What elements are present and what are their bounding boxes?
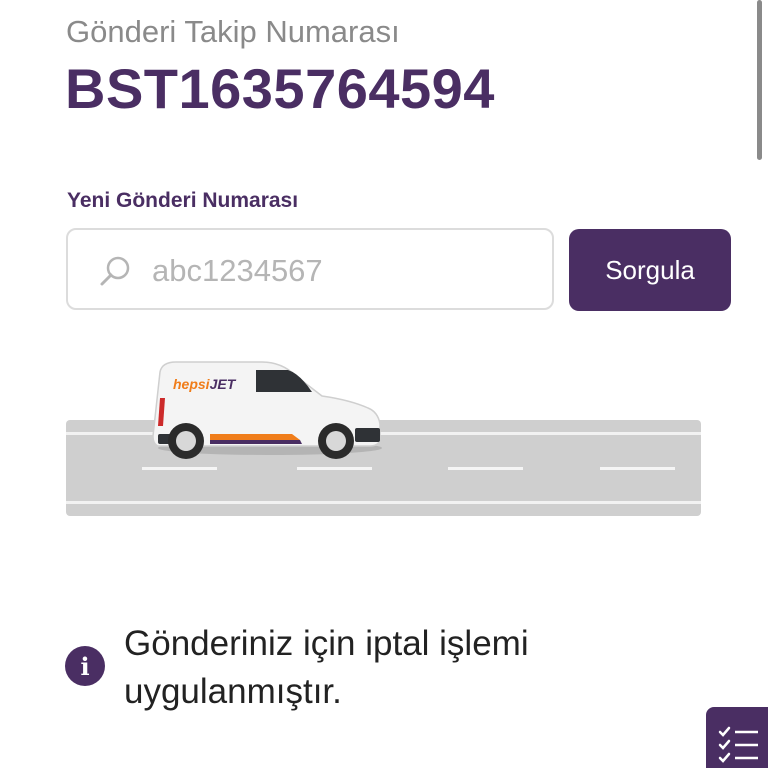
tracking-number-label: Gönderi Takip Numarası [66,14,400,49]
checklist-icon [718,726,758,763]
shipment-number-input[interactable] [150,248,534,294]
query-button[interactable]: Sorgula [569,229,731,311]
shipment-tracking-page: Gönderi Takip Numarası BST1635764594 Yen… [0,0,768,768]
delivery-van-illustration: hepsiJET [0,340,768,530]
search-field[interactable] [66,228,554,310]
search-icon [98,254,134,290]
van-graphic: hepsiJET [152,361,382,459]
tracking-number: BST1635764594 [65,57,495,120]
cancellation-notice: Gönderiniz için iptal işlemi uygulanmışt… [124,624,529,711]
checklist-button[interactable] [706,707,768,768]
svg-text:hepsiJET: hepsiJET [173,376,237,392]
info-icon: i [65,646,105,686]
scrollbar[interactable] [757,0,762,160]
new-shipment-number-label: Yeni Gönderi Numarası [67,189,299,212]
